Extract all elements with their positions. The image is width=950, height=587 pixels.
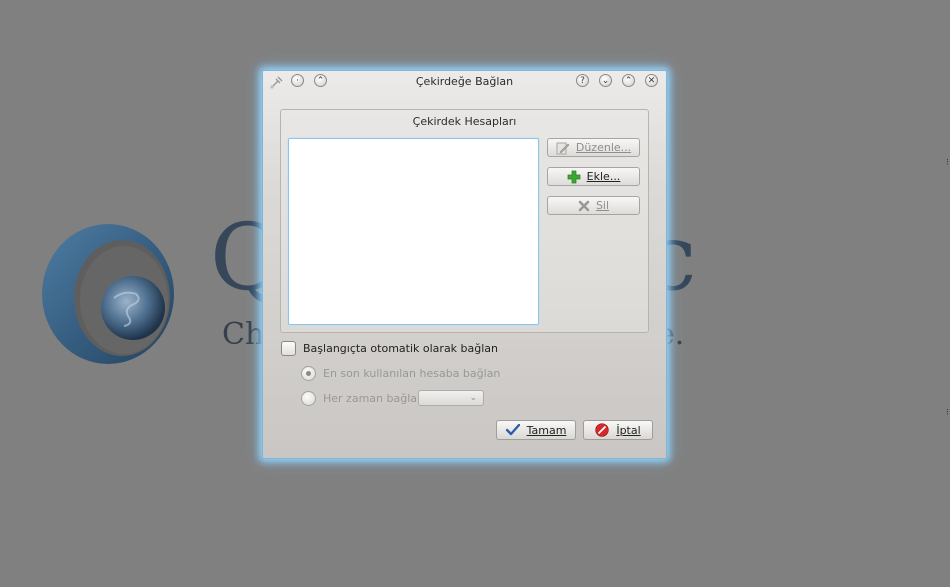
background-tagline: Ch e.	[222, 317, 685, 352]
cancel-button[interactable]: İptal	[583, 420, 653, 440]
help-icon[interactable]: ?	[576, 74, 589, 87]
maximize-icon[interactable]: ⌃	[622, 74, 635, 87]
add-button[interactable]: Ekle...	[547, 167, 640, 186]
shade-icon[interactable]: ⌄	[599, 74, 612, 87]
remove-button-label: Sil	[595, 199, 610, 212]
add-button-label: Ekle...	[586, 170, 621, 183]
last-used-account-radio[interactable]	[301, 366, 316, 381]
always-connect-label[interactable]: Her zaman bağlan	[323, 392, 424, 405]
always-connect-account-select[interactable]: ⌄	[418, 390, 484, 406]
group-title: Çekirdek Hesapları	[412, 115, 517, 128]
last-used-account-label[interactable]: En son kullanılan hesaba bağlan	[323, 367, 500, 380]
background-marker: ⁝	[946, 408, 949, 418]
remove-button[interactable]: Sil	[547, 196, 640, 215]
core-accounts-group: Çekirdek Hesapları Düzenle... Ekle... Si…	[280, 109, 649, 333]
connect-core-dialog: · ⌃ Çekirdeğe Bağlan ? ⌄ ⌃ ✕ Çekirdek He…	[262, 70, 667, 459]
dialog-titlebar[interactable]: · ⌃ Çekirdeğe Bağlan ? ⌄ ⌃ ✕	[263, 71, 666, 95]
cancel-button-label: İptal	[616, 423, 641, 437]
auto-connect-label[interactable]: Başlangıçta otomatik olarak bağlan	[303, 342, 498, 355]
checkmark-icon	[505, 424, 520, 436]
remove-x-icon	[578, 200, 590, 211]
accounts-list[interactable]	[288, 138, 539, 325]
quassel-logo-icon	[42, 224, 174, 364]
add-plus-icon	[567, 170, 581, 183]
always-connect-radio[interactable]	[301, 391, 316, 406]
background-marker: ⁝	[946, 158, 949, 168]
auto-connect-checkbox[interactable]	[281, 341, 296, 356]
close-icon[interactable]: ✕	[645, 74, 658, 87]
cancel-stop-icon	[595, 423, 609, 437]
chevron-down-icon: ⌄	[469, 393, 477, 403]
ok-button-label: Tamam	[526, 423, 567, 437]
edit-button[interactable]: Düzenle...	[547, 138, 640, 157]
edit-button-label: Düzenle...	[575, 141, 632, 154]
edit-pencil-icon	[556, 142, 570, 154]
ok-button[interactable]: Tamam	[496, 420, 576, 440]
